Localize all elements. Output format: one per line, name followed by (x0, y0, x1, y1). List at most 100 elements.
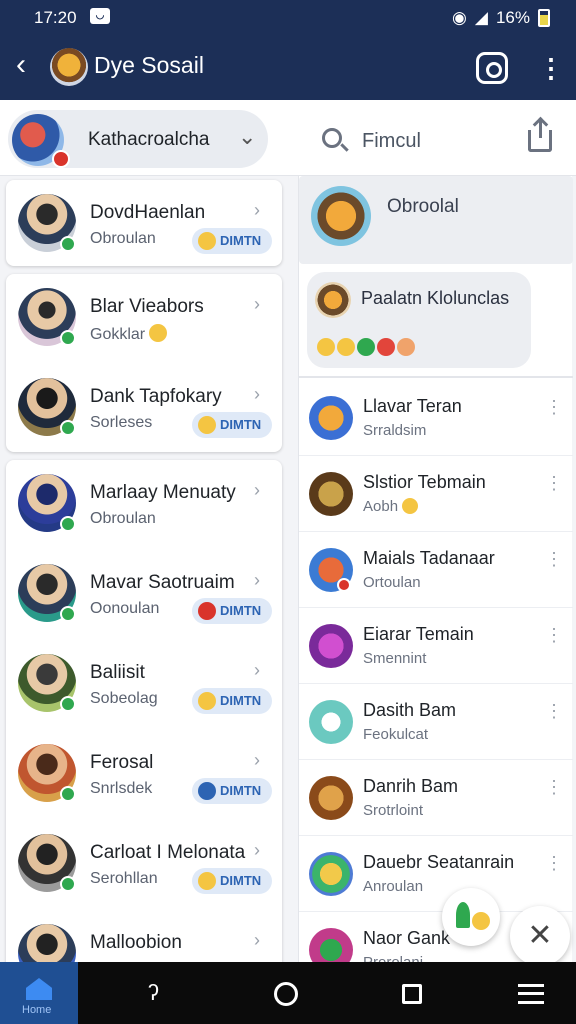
online-indicator (60, 236, 76, 252)
avatar (309, 852, 353, 896)
more-options-icon[interactable]: ⋮ (538, 52, 564, 84)
nav-home-circle-icon[interactable] (274, 982, 298, 1006)
item-name: Naor Gank (363, 928, 451, 948)
group-card[interactable]: Obroolal (299, 176, 573, 264)
more-options-icon[interactable]: ⋮ (545, 778, 563, 796)
avatar (309, 776, 353, 820)
more-options-icon[interactable]: ⋮ (545, 474, 563, 492)
filter-bar: Kathacroalcha ⌄ (0, 100, 576, 176)
list-item[interactable]: Eiarar Temain Smennint ⋮ (299, 608, 573, 684)
item-name: Llavar Teran (363, 396, 462, 416)
compose-button[interactable] (442, 888, 500, 946)
item-sub: Feokulcat (363, 726, 429, 743)
chevron-right-icon: › (254, 930, 260, 950)
chevron-right-icon: › (254, 294, 260, 314)
chevron-right-icon: › (254, 480, 260, 500)
nav-home[interactable]: Home (0, 962, 78, 1024)
app-bar: ‹ Dye Sosail ⋮ (0, 36, 576, 100)
notification-icon: ◡ (90, 8, 110, 24)
status-badge: DIMTN (192, 868, 272, 894)
status-badge: DIMTN (192, 688, 272, 714)
emoji-icon (198, 232, 216, 250)
list-item[interactable]: Marlaay Menuaty Obroulan › (6, 460, 282, 550)
menu-icon[interactable] (518, 984, 544, 1004)
message-bubble[interactable]: Paalatn Klolunclas (307, 272, 531, 368)
list-item[interactable]: Baliisit Sobeolag › DIMTN (6, 640, 282, 730)
list-item[interactable]: Carloat I Melonata Serohllan › DIMTN (6, 820, 282, 910)
online-indicator (60, 516, 76, 532)
nav-back-gesture-icon[interactable]: ʔ (148, 980, 159, 1006)
emoji-icon (198, 602, 216, 620)
more-options-icon[interactable]: ⋮ (545, 854, 563, 872)
status-badge: DIMTN (192, 598, 272, 624)
app-logo (50, 48, 88, 86)
group-name: Obroolal (387, 196, 459, 217)
status-badge (337, 578, 351, 592)
nav-recents-icon[interactable] (402, 984, 422, 1004)
chevron-right-icon: › (254, 200, 260, 220)
emoji-icon (357, 338, 375, 356)
list-item[interactable]: Blar Vieabors Gokklar › (6, 274, 282, 364)
item-name: Slstior Tebmain (363, 472, 486, 492)
contact-status: Gokklar (90, 324, 168, 344)
online-indicator (60, 420, 76, 436)
avatar (315, 282, 351, 318)
chevron-right-icon: › (254, 840, 260, 860)
more-options-icon[interactable]: ⋮ (545, 702, 563, 720)
chevron-down-icon: ⌄ (238, 124, 257, 149)
signal-icon: ◢ (474, 8, 488, 27)
list-item[interactable]: Mavar Saotruaim Oonoulan › DIMTN (6, 550, 282, 640)
list-item[interactable]: Dauebr Seatanrain Anroulan ⋮ (299, 836, 573, 912)
online-indicator (60, 876, 76, 892)
list-item[interactable]: Llavar Teran Srraldsim ⋮ (299, 380, 573, 456)
more-options-icon[interactable]: ⋮ (545, 398, 563, 416)
chevron-right-icon: › (254, 570, 260, 590)
selected-account-label: Kathacroalcha (88, 129, 210, 150)
avatar (311, 186, 371, 246)
camera-icon[interactable] (476, 52, 508, 84)
contact-list: DovdHaenlan Obroulan › DIMTN Blar Vieabo… (4, 176, 284, 980)
badge-label: DIMTN (220, 603, 262, 618)
item-name: Dauebr Seatanrain (363, 852, 515, 872)
contact-status: Sobeolag (90, 690, 158, 707)
avatar (309, 624, 353, 668)
badge-label: DIMTN (220, 783, 262, 798)
emoji-icon (337, 338, 355, 356)
more-options-icon[interactable]: ⋮ (545, 626, 563, 644)
search-input[interactable]: Fimcul (362, 130, 421, 153)
contact-name: Blar Vieabors (90, 296, 204, 317)
status-badge: DIMTN (192, 412, 272, 438)
back-button[interactable]: ‹ (16, 50, 26, 80)
emoji-icon (198, 416, 216, 434)
close-button[interactable]: ✕ (510, 906, 570, 966)
emoji-icon (198, 692, 216, 710)
list-item[interactable]: Maials Tadanaar Ortoulan ⋮ (299, 532, 573, 608)
item-sub: Ortoulan (363, 574, 421, 591)
search-icon[interactable] (322, 128, 342, 148)
list-item[interactable]: Ferosal Snrlsdek › DIMTN (6, 730, 282, 820)
reactions[interactable] (317, 338, 415, 356)
chevron-right-icon: › (254, 660, 260, 680)
contact-status: Serohllan (90, 870, 158, 887)
more-options-icon[interactable]: ⋮ (545, 550, 563, 568)
item-sub: Smennint (363, 650, 427, 667)
contact-name: DovdHaenlan (90, 202, 206, 223)
list-item[interactable]: Dank Tapfokary Sorleses › DIMTN (6, 364, 282, 454)
item-name: Danrih Bam (363, 776, 459, 796)
avatar (309, 928, 353, 966)
list-item[interactable]: Slstior Tebmain Aobh ⋮ (299, 456, 573, 532)
avatar (309, 700, 353, 744)
item-sub: Srraldsim (363, 422, 427, 439)
contact-status-text: Gokklar (90, 326, 146, 343)
contact-card: Blar Vieabors Gokklar › Dank Tapfokary S… (6, 274, 282, 452)
status-bar: 17:20 ◡ ◉ ◢ 16% (0, 0, 576, 36)
share-icon[interactable] (528, 120, 552, 152)
contact-status: Oonoulan (90, 600, 160, 617)
account-selector[interactable]: Kathacroalcha ⌄ (8, 110, 268, 168)
item-name: Dasith Bam (363, 700, 457, 720)
list-item[interactable]: DovdHaenlan Obroulan › DIMTN (6, 180, 282, 270)
list-item[interactable]: Dasith Bam Feokulcat ⋮ (299, 684, 573, 760)
list-item[interactable]: Danrih Bam Srotrloint ⋮ (299, 760, 573, 836)
contact-status: Obroulan (90, 510, 156, 527)
status-badge: DIMTN (192, 228, 272, 254)
